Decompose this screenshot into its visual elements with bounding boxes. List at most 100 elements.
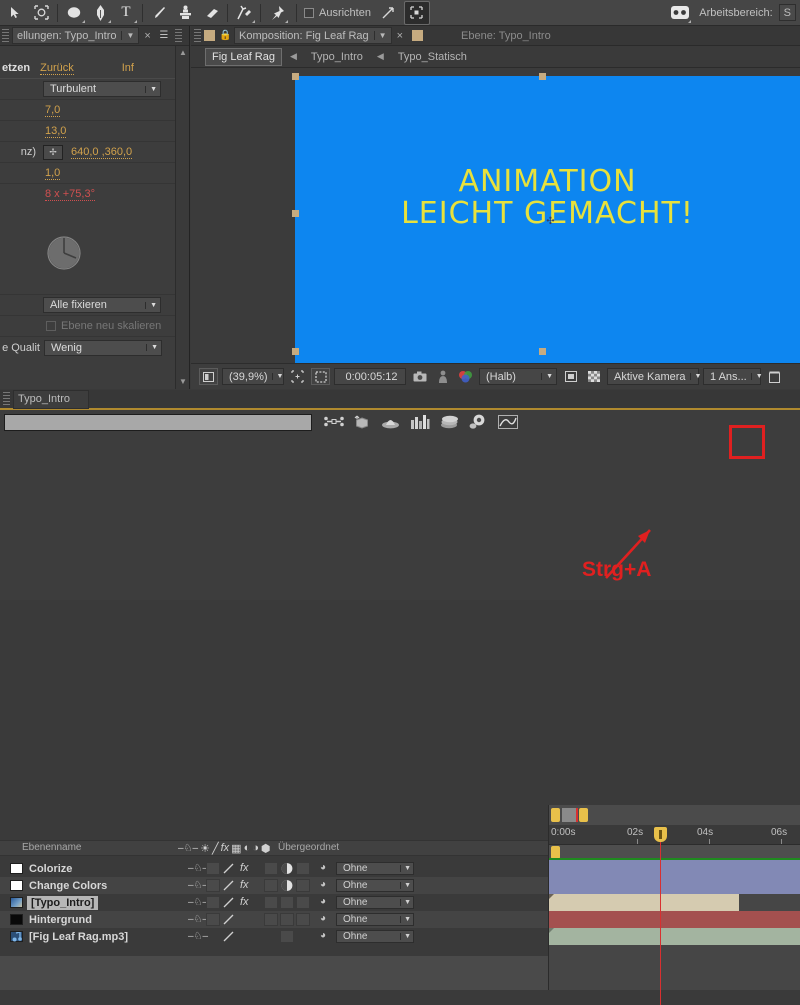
composition-viewer-stage[interactable]: ANIMATION LEICHT GEMACHT! ✣ — [191, 68, 800, 363]
selection-handle-tm[interactable] — [539, 73, 546, 80]
quality-select[interactable]: Wenig ▼ — [44, 340, 162, 356]
unified-camera-tool[interactable] — [28, 1, 54, 25]
timecode-display[interactable]: 0:00:05:12 — [334, 368, 406, 385]
region-toggle-icon[interactable] — [561, 368, 580, 385]
quality-cell[interactable] — [206, 879, 220, 892]
shy-toggle-icon[interactable]: –♘– — [188, 931, 208, 942]
show-snapshot-icon[interactable] — [433, 368, 452, 385]
parent-pickwhip-icon[interactable]: ◕ — [320, 879, 326, 890]
workspace-gear-icon[interactable] — [667, 1, 693, 25]
panel-menu-icon[interactable]: ☰ — [156, 30, 172, 41]
motionblur-cell[interactable] — [280, 896, 294, 909]
resize-layer-checkbox[interactable] — [46, 321, 56, 331]
layer-color-swatch[interactable] — [10, 914, 23, 925]
selection-handle-ml[interactable] — [292, 210, 299, 217]
effect-toggle-cell[interactable] — [222, 896, 236, 909]
chevron-down-icon[interactable]: ▼ — [121, 31, 134, 40]
parent-pickwhip-icon[interactable]: ◕ — [320, 913, 326, 924]
stack-ellipses-icon[interactable] — [440, 414, 459, 432]
brainstorm-icon[interactable] — [469, 414, 488, 432]
motion-blur-icon[interactable]: ◐ — [244, 842, 251, 854]
zoom-select[interactable]: (39,9%) ▼ — [222, 368, 284, 385]
composition-tab[interactable]: Komposition: Fig Leaf Rag ▼ — [234, 27, 392, 44]
workspace-selector[interactable]: S — [779, 4, 796, 21]
table-row[interactable]: [Typo_Intro] –♘– fx ◕ Ohne ▼ — [0, 894, 548, 911]
graph-buildings-icon[interactable] — [410, 414, 430, 432]
panel-grip-icon[interactable] — [3, 392, 10, 406]
complexity-value[interactable]: 1,0 — [45, 167, 60, 180]
roto-brush-tool[interactable] — [231, 1, 257, 25]
lock-icon[interactable]: 🔒 — [219, 30, 231, 41]
chevron-down-icon[interactable]: ▼ — [374, 31, 387, 40]
parent-link-icon[interactable] — [324, 415, 344, 431]
quality-icon[interactable]: ╱ — [212, 842, 219, 855]
selection-handle-bm[interactable] — [539, 348, 546, 355]
work-area-start-handle[interactable] — [551, 808, 560, 822]
breadcrumb-item-2[interactable]: Typo_Statisch — [392, 49, 473, 65]
frameblend-cell[interactable] — [264, 879, 278, 892]
pinning-select[interactable]: Alle fixieren ▼ — [43, 297, 161, 313]
effect-reset-link[interactable]: Zurück — [40, 62, 74, 75]
layer-bar-typo-intro[interactable] — [549, 894, 739, 911]
size-value[interactable]: 13,0 — [45, 125, 66, 138]
channel-select-icon[interactable] — [456, 368, 475, 385]
adjustment-layer-icon[interactable]: ◑ — [252, 842, 259, 854]
panel-grip-icon-right[interactable] — [175, 29, 182, 43]
quality-cell[interactable] — [206, 862, 220, 875]
parent-select[interactable]: Ohne ▼ — [336, 862, 414, 875]
timeline-tab[interactable]: Typo_Intro — [13, 390, 89, 409]
parent-select[interactable]: Ohne ▼ — [336, 930, 414, 943]
close-icon[interactable]: × — [392, 30, 408, 42]
panel-grip-icon[interactable] — [194, 29, 201, 43]
snap-arrow-icon[interactable] — [375, 1, 401, 25]
table-row[interactable]: [Fig Leaf Rag.mp3] –♘– ◕ Ohne ▼ — [0, 928, 548, 945]
region-of-interest-icon[interactable] — [311, 368, 330, 385]
effect-toggle-cell[interactable] — [222, 879, 236, 892]
motionblur-cell[interactable] — [280, 879, 294, 892]
shape-tool[interactable] — [61, 1, 87, 25]
pen-tool[interactable] — [87, 1, 113, 25]
snap-checkbox[interactable]: Ausrichten — [304, 7, 371, 19]
layer-bar-hintergrund[interactable] — [549, 911, 800, 928]
motion-sketch-icon[interactable] — [381, 415, 400, 432]
frameblend-cell[interactable] — [264, 862, 278, 875]
motionblur-cell[interactable] — [280, 930, 294, 943]
frame-blend-icon[interactable]: ▦ — [231, 842, 241, 855]
layer-color-swatch[interactable] — [10, 863, 23, 874]
parent-pickwhip-icon[interactable]: ◕ — [320, 896, 326, 907]
effect-controls-tab[interactable]: ellungen: Typo_Intro ▼ — [12, 27, 139, 44]
camera-select[interactable]: Aktive Kamera ▼ — [607, 368, 699, 385]
parent-select[interactable]: Ohne ▼ — [336, 879, 414, 892]
layer-bar-change-colors[interactable] — [549, 877, 800, 894]
frameblend-cell[interactable] — [264, 913, 278, 926]
layer-bar-audio[interactable] — [549, 928, 800, 945]
parent-pickwhip-icon[interactable]: ◕ — [320, 930, 326, 941]
amount-value[interactable]: 7,0 — [45, 104, 60, 117]
timeline-graph-area[interactable]: 0:00s 02s 04s 06s — [548, 805, 800, 990]
scroll-up-icon[interactable]: ▲ — [176, 46, 189, 60]
effect-toggle-cell[interactable] — [222, 862, 236, 875]
always-preview-icon[interactable] — [199, 368, 218, 385]
snapshot-camera-icon[interactable] — [410, 368, 429, 385]
fx-label[interactable]: fx — [240, 879, 249, 891]
three-d-layer-icon[interactable]: ⬢ — [261, 842, 271, 855]
table-row[interactable]: Colorize –♘– fx ◕ Ohne ▼ — [0, 860, 548, 877]
quality-cell[interactable] — [206, 913, 220, 926]
threed-cell[interactable] — [296, 879, 310, 892]
parent-select[interactable]: Ohne ▼ — [336, 913, 414, 926]
type-tool[interactable]: T — [113, 1, 139, 25]
brush-tool[interactable] — [146, 1, 172, 25]
layer-bar-colorize[interactable] — [549, 860, 800, 877]
views-select[interactable]: 1 Ans... ▼ — [703, 368, 761, 385]
layer-tab-label[interactable]: Ebene: Typo_Intro — [461, 30, 551, 42]
effect-controls-scrollbar[interactable]: ▲ ▼ — [175, 46, 189, 389]
layer-thumbnail[interactable] — [10, 897, 23, 908]
scroll-down-icon[interactable]: ▼ — [176, 375, 189, 389]
resolution-select[interactable]: (Halb) ▼ — [479, 368, 557, 385]
toggle-transparency-grid-button[interactable] — [404, 1, 430, 25]
composition-canvas[interactable]: ANIMATION LEICHT GEMACHT! ✣ — [295, 76, 800, 363]
point-picker-icon[interactable]: ✢ — [43, 145, 63, 160]
parent-pickwhip-icon[interactable]: ◕ — [320, 862, 326, 873]
threed-cell[interactable] — [296, 896, 310, 909]
threed-cell[interactable] — [296, 913, 310, 926]
